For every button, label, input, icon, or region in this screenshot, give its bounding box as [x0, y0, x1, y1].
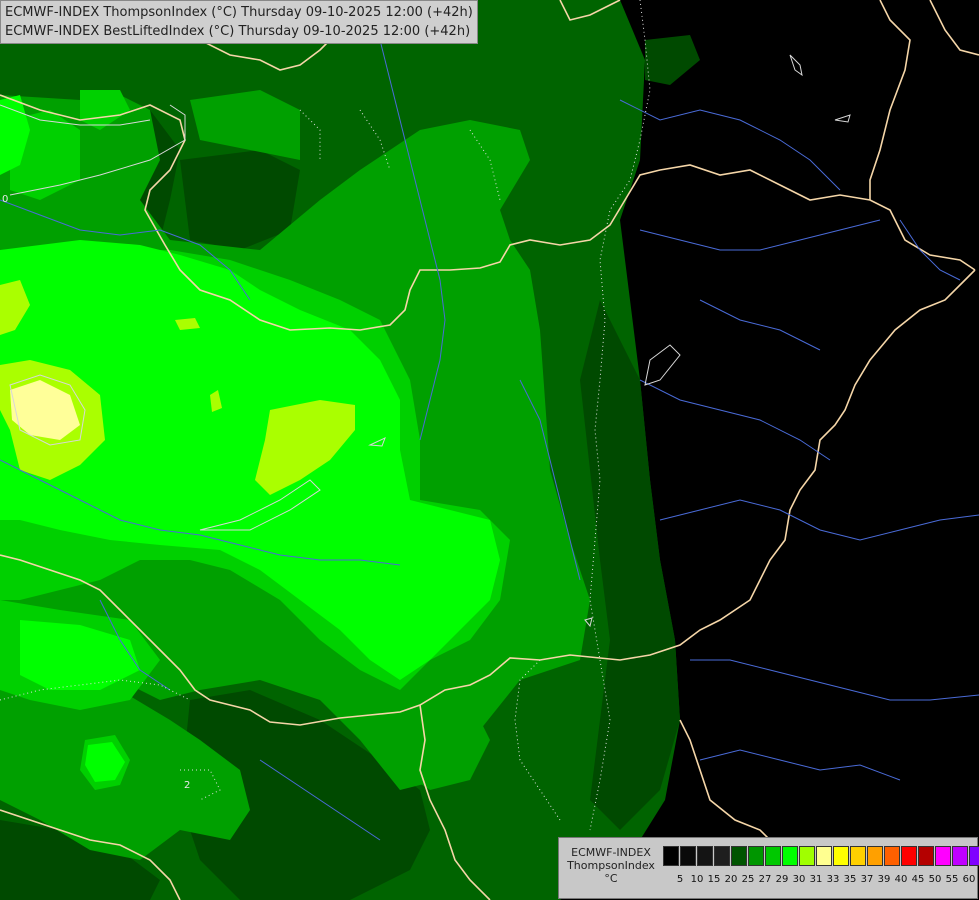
legend-swatches: [663, 846, 979, 866]
legend-tick-label: 35: [843, 874, 857, 885]
legend-tick-label: 40: [894, 874, 908, 885]
legend-swatch: [782, 846, 798, 866]
legend-swatch: [918, 846, 934, 866]
legend-tick-label: 55: [945, 874, 959, 885]
legend-swatch: [952, 846, 968, 866]
legend-swatch: [867, 846, 883, 866]
legend-swatch: [765, 846, 781, 866]
map-title-box: ECMWF-INDEX ThompsonIndex (°C) Thursday …: [0, 0, 478, 44]
legend-swatch: [833, 846, 849, 866]
legend-tick-label: 37: [860, 874, 874, 885]
legend-title-line2: ThompsonIndex: [567, 859, 655, 872]
legend-tick-label: 5: [676, 874, 684, 885]
legend-swatch: [663, 846, 679, 866]
legend-tick-label: 45: [911, 874, 925, 885]
legend-swatch: [799, 846, 815, 866]
legend-tick-label: 25: [741, 874, 755, 885]
legend-tick-label: 39: [877, 874, 891, 885]
legend-tick-label: 31: [809, 874, 823, 885]
weather-map: 0 2: [0, 0, 979, 900]
contour-label: 0: [2, 194, 8, 205]
title-line-best-lifted-index: ECMWF-INDEX BestLiftedIndex (°C) Thursda…: [5, 24, 471, 39]
legend-tick-label: 10: [690, 874, 704, 885]
legend-tick-label: 27: [758, 874, 772, 885]
title-line-thompson-index: ECMWF-INDEX ThompsonIndex (°C) Thursday …: [5, 5, 473, 20]
legend-swatch: [969, 846, 979, 866]
legend-title-line3: °C: [604, 872, 618, 885]
legend-tick-label: 20: [724, 874, 738, 885]
legend-swatch: [816, 846, 832, 866]
legend-swatch: [731, 846, 747, 866]
legend-title: ECMWF-INDEX ThompsonIndex °C: [563, 846, 659, 885]
legend-swatch: [748, 846, 764, 866]
legend-swatch: [884, 846, 900, 866]
color-legend: ECMWF-INDEX ThompsonIndex °C 5 10 15 20 25 27…: [558, 837, 979, 899]
legend-swatch: [697, 846, 713, 866]
legend-tick-label: 33: [826, 874, 840, 885]
legend-tick-label: 29: [775, 874, 789, 885]
legend-swatch: [935, 846, 951, 866]
legend-tick-label: 60: [962, 874, 976, 885]
legend-tick-label: 15: [707, 874, 721, 885]
legend-tick-labels: 5 10 15 20 25 27 29 30 31 33 35 37 39 40 45 50 55 60: [663, 874, 976, 888]
legend-swatch: [850, 846, 866, 866]
legend-swatch: [714, 846, 730, 866]
legend-swatch: [901, 846, 917, 866]
legend-tick-label: 30: [792, 874, 806, 885]
legend-title-line1: ECMWF-INDEX: [571, 846, 651, 859]
contour-label: 2: [184, 780, 190, 791]
legend-swatch: [680, 846, 696, 866]
legend-tick-label: 50: [928, 874, 942, 885]
